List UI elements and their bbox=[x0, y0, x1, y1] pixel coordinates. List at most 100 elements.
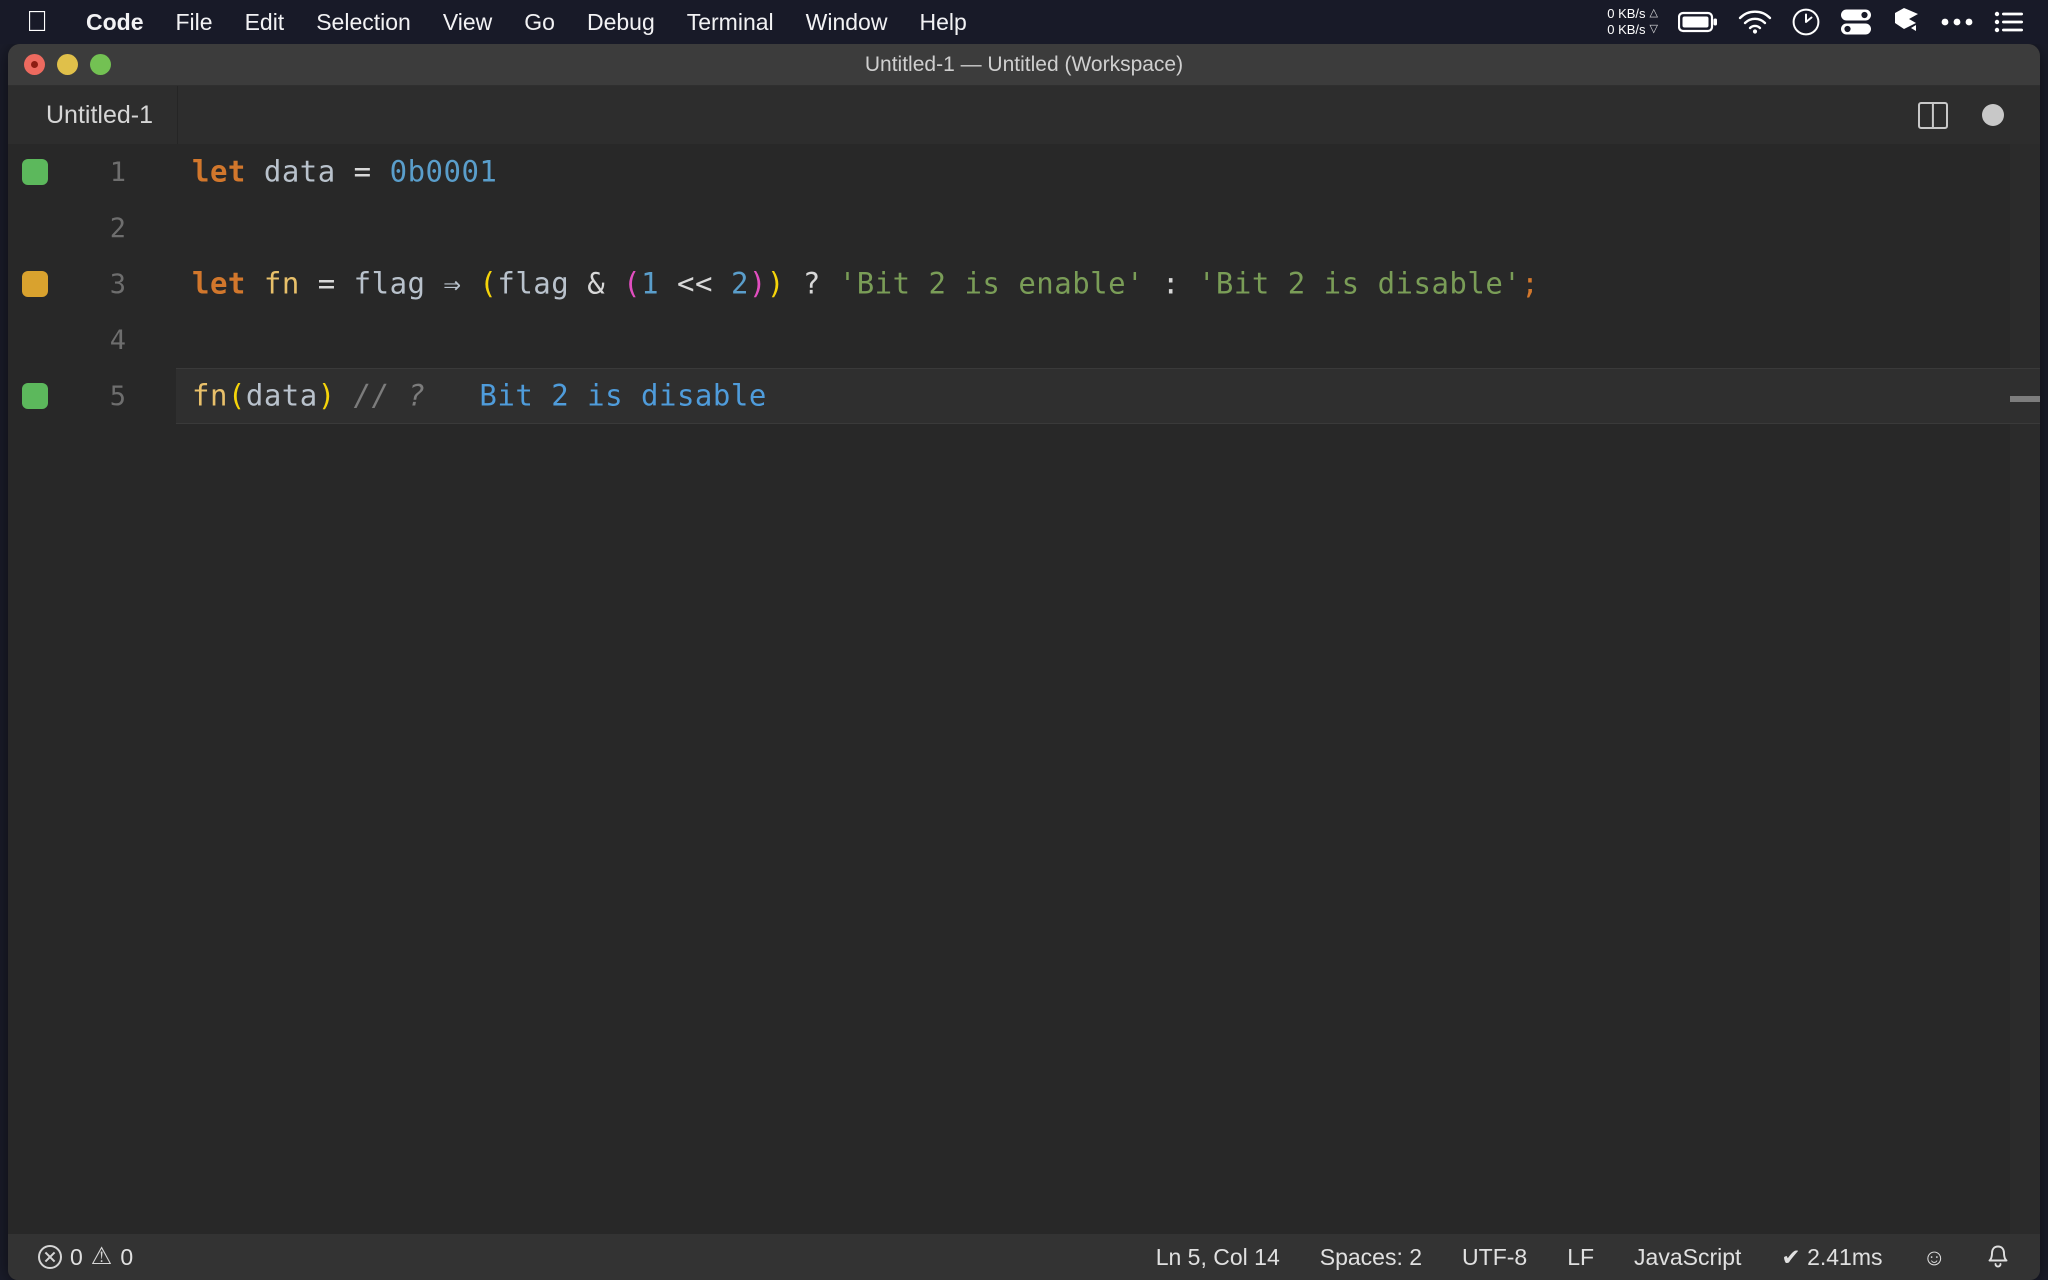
token: 'Bit 2 is disable' bbox=[1197, 266, 1522, 301]
menu-item-file[interactable]: File bbox=[160, 0, 229, 44]
network-speed-indicator[interactable]: 0 KB/s △ 0 KB/s ▽ bbox=[1607, 6, 1658, 39]
cursor-position[interactable]: Ln 5, Col 14 bbox=[1156, 1244, 1280, 1271]
zoom-button[interactable] bbox=[90, 54, 111, 75]
line-code: let data = 0b0001 bbox=[192, 154, 498, 189]
menu-item-code[interactable]: Code bbox=[70, 0, 160, 44]
menubar-status-icons: 0 KB/s △ 0 KB/s ▽ bbox=[1607, 0, 2048, 44]
menu-item-edit[interactable]: Edit bbox=[229, 0, 301, 44]
token: 2 bbox=[730, 266, 749, 301]
macos-menubar:  Code File Edit Selection View Go Debug… bbox=[0, 0, 2048, 44]
tab-label: Untitled-1 bbox=[46, 100, 153, 129]
token: let bbox=[192, 266, 246, 301]
close-button[interactable] bbox=[24, 54, 45, 75]
menu-item-selection[interactable]: Selection bbox=[300, 0, 427, 44]
token: ) bbox=[766, 266, 785, 301]
gutter-marker-green[interactable] bbox=[22, 383, 48, 409]
editor-line-4[interactable]: 4 bbox=[8, 312, 2040, 368]
token: ? bbox=[802, 266, 821, 301]
token: fn bbox=[263, 266, 300, 301]
quokka-runtime[interactable]: ✔ 2.41ms bbox=[1781, 1244, 1882, 1271]
gutter-marker-amber[interactable] bbox=[22, 271, 48, 297]
download-arrow-icon: ▽ bbox=[1649, 23, 1658, 36]
feedback-smiley-icon[interactable]: ☺ bbox=[1923, 1244, 1946, 1271]
line-number: 4 bbox=[109, 324, 126, 356]
toggles-icon[interactable] bbox=[1840, 8, 1872, 36]
menu-item-terminal[interactable]: Terminal bbox=[671, 0, 790, 44]
language-mode[interactable]: JavaScript bbox=[1634, 1244, 1741, 1271]
line-number: 5 bbox=[109, 380, 126, 412]
menu-item-view[interactable]: View bbox=[427, 0, 508, 44]
token: : bbox=[1162, 266, 1180, 301]
token: & bbox=[587, 266, 606, 301]
line-code: let fn = flag ⇒ (flag & (1 << 2)) ? 'Bit… bbox=[192, 266, 1540, 301]
problems-indicator[interactable]: 0 ⚠ 0 bbox=[38, 1244, 133, 1271]
wifi-icon[interactable] bbox=[1738, 10, 1772, 34]
menu-item-debug[interactable]: Debug bbox=[571, 0, 671, 44]
menu-item-help[interactable]: Help bbox=[903, 0, 982, 44]
network-download-speed: 0 KB/s bbox=[1607, 22, 1646, 37]
menubar-items:  Code File Edit Selection View Go Debug… bbox=[0, 0, 983, 44]
token: ) bbox=[748, 266, 767, 301]
clock-icon[interactable] bbox=[1792, 8, 1820, 36]
token: 0b0001 bbox=[389, 154, 498, 189]
unsaved-indicator-icon[interactable] bbox=[1982, 104, 2004, 126]
notifications-bell-icon[interactable] bbox=[1986, 1244, 2010, 1270]
line-number: 2 bbox=[109, 212, 126, 244]
token: Bit 2 is disable bbox=[479, 378, 767, 413]
token: = bbox=[353, 154, 372, 189]
code-editor[interactable]: 1 let data = 0b0001 2 3 let fn = flag ⇒ (fla… bbox=[8, 144, 2040, 1234]
control-center-icon[interactable] bbox=[1994, 10, 2024, 34]
error-circle-icon bbox=[38, 1245, 62, 1269]
token: ; bbox=[1521, 266, 1540, 301]
file-encoding[interactable]: UTF-8 bbox=[1462, 1244, 1527, 1271]
editor-line-2[interactable]: 2 bbox=[8, 200, 2040, 256]
eol-setting[interactable]: LF bbox=[1567, 1244, 1594, 1271]
token: let bbox=[192, 154, 246, 189]
token: flag bbox=[497, 266, 570, 301]
token: ) bbox=[317, 378, 336, 413]
editor-line-5[interactable]: 5 fn(data) // ? Bit 2 is disable bbox=[8, 368, 2040, 424]
gutter-marker-green[interactable] bbox=[22, 159, 48, 185]
menu-item-window[interactable]: Window bbox=[790, 0, 904, 44]
editor-actions bbox=[1918, 101, 2040, 129]
status-bar-right: Ln 5, Col 14 Spaces: 2 UTF-8 LF JavaScri… bbox=[1156, 1244, 2040, 1271]
token: flag bbox=[353, 266, 426, 301]
token: = bbox=[299, 266, 354, 301]
minimize-button[interactable] bbox=[57, 54, 78, 75]
token: ( bbox=[479, 266, 498, 301]
status-bar: 0 ⚠ 0 Ln 5, Col 14 Spaces: 2 UTF-8 LF Ja… bbox=[8, 1234, 2040, 1280]
menu-item-go[interactable]: Go bbox=[508, 0, 571, 44]
indentation-setting[interactable]: Spaces: 2 bbox=[1320, 1244, 1422, 1271]
token: // bbox=[353, 378, 390, 413]
scrollbar-overview-mark bbox=[2010, 396, 2040, 402]
ellipsis-icon[interactable] bbox=[1940, 17, 1974, 27]
editor-line-3[interactable]: 3 let fn = flag ⇒ (flag & (1 << 2)) ? 'Bi… bbox=[8, 256, 2040, 312]
token: ( bbox=[227, 378, 246, 413]
dropbox-icon[interactable] bbox=[1892, 7, 1920, 37]
network-upload-speed: 0 KB/s bbox=[1607, 5, 1646, 21]
editor-line-1[interactable]: 1 let data = 0b0001 bbox=[8, 144, 2040, 200]
apple-logo-icon[interactable]:  bbox=[22, 0, 52, 44]
warning-count: 0 bbox=[120, 1243, 134, 1270]
status-bar-left: 0 ⚠ 0 bbox=[8, 1244, 133, 1271]
tab-untitled-1[interactable]: Untitled-1 bbox=[8, 86, 178, 144]
window-titlebar: Untitled-1 — Untitled (Workspace) bbox=[8, 44, 2040, 86]
battery-icon[interactable] bbox=[1678, 11, 1718, 33]
token: ⇒ bbox=[443, 266, 462, 301]
split-editor-icon[interactable] bbox=[1918, 101, 1948, 129]
